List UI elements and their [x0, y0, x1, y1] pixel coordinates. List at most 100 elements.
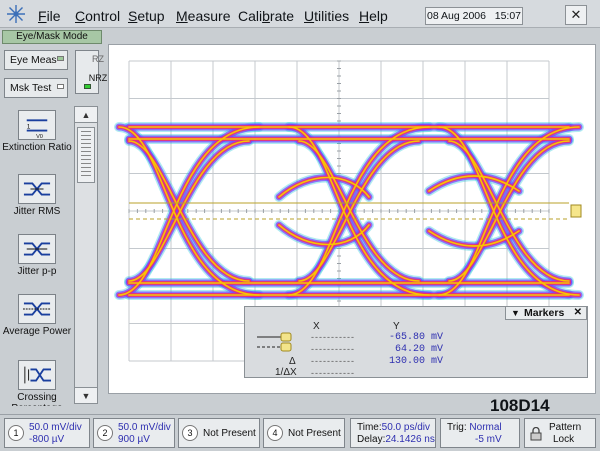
scroll-thumb[interactable] [77, 127, 95, 183]
menu-control[interactable]: Control [75, 8, 120, 24]
measurement-scrollbar[interactable]: ▲ ▼ [74, 106, 98, 404]
markers-panel: ▼ Markers ✕ X Y ----------- ----------- … [244, 306, 588, 378]
markers-header[interactable]: ▼ Markers ✕ [505, 306, 587, 320]
channel-2-offset: 900 µV [118, 434, 150, 445]
menu-measure-accel: M [176, 8, 188, 24]
jitter-pp-button[interactable]: Jitter p-p [2, 234, 72, 277]
menu-measure[interactable]: Measure [176, 8, 230, 24]
menu-calibrate-pre: Cali [238, 8, 263, 24]
menu-help[interactable]: Help [359, 8, 388, 24]
channel-3-number: 3 [182, 425, 198, 441]
channel-2-button[interactable]: 2 50.0 mV/div 900 µV [93, 418, 175, 448]
crossing-percentage-button[interactable]: Crossing Percentage [2, 360, 72, 406]
nrz-indicator [84, 84, 91, 89]
marker-2-y: 64.20 mV [395, 344, 444, 355]
channel-2-number: 2 [97, 425, 113, 441]
markers-title: Markers [524, 307, 565, 319]
marker-lines-icon [257, 332, 292, 352]
extinction-ratio-label: Extinction Ratio [2, 142, 72, 153]
channel-4-button[interactable]: 4 Not Present [263, 418, 345, 448]
mode-tab[interactable]: Eye/Mask Mode [2, 30, 102, 44]
rz-nrz-toggle[interactable]: RZ NRZ [75, 50, 107, 94]
markers-y-header: Y [393, 321, 400, 332]
menu-file-rest: ile [46, 8, 61, 24]
time-label: Time: [357, 422, 382, 433]
marker-1-y: -65.80 mV [389, 332, 444, 343]
svg-text:V0: V0 [36, 134, 43, 140]
menu-calibrate[interactable]: Calibrate [238, 8, 294, 24]
trigger-button[interactable]: Trig: Normal -5 mV [440, 418, 520, 448]
average-power-icon [18, 294, 56, 324]
average-power-button[interactable]: Average Power [2, 294, 72, 337]
eye-meas-indicator [57, 56, 64, 61]
scroll-up-icon[interactable]: ▲ [75, 107, 97, 123]
timebase-button[interactable]: Time:50.0 ps/div Delay:24.1426 ns [350, 418, 436, 448]
marker-handle-icon [570, 204, 582, 218]
delta-label: Δ [289, 356, 296, 367]
close-icon[interactable]: ✕ [574, 307, 582, 319]
time-value: 50.0 ps/div [381, 422, 431, 433]
rz-label: RZ [92, 54, 104, 64]
time-text: 15:07 [494, 10, 522, 22]
menu-utilities-rest: tilities [314, 8, 350, 24]
jitter-pp-icon [18, 234, 56, 264]
channel-4-number: 4 [267, 425, 283, 441]
eye-meas-label: Eye Meas [10, 54, 57, 66]
channel-2-scale: 50.0 mV/div [118, 422, 171, 433]
pattern-lock-button[interactable]: Pattern Lock [524, 418, 596, 448]
menu-utilities-accel: U [304, 8, 315, 24]
inv-delta-label: 1/ΔX [275, 367, 297, 378]
menu-control-accel: C [75, 8, 86, 24]
menu-utilities[interactable]: Utilities [304, 8, 349, 24]
marker-inv-delta-x: ----------- [311, 368, 355, 378]
menu-help-accel: H [359, 8, 370, 24]
trig-label: Trig: [447, 422, 467, 433]
menu-calibrate-accel: b [262, 8, 270, 24]
chevron-down-icon[interactable]: ▼ [511, 307, 520, 319]
nrz-label: NRZ [88, 73, 108, 83]
close-button[interactable]: ✕ [565, 5, 587, 25]
marker-delta-y: 130.00 mV [389, 356, 444, 367]
agilent-logo-icon [7, 5, 25, 23]
date-time-display: 08 Aug 2006 15:07 [425, 7, 523, 25]
channel-1-offset: -800 µV [29, 434, 65, 445]
marker-1-x: ----------- [311, 332, 355, 342]
file-label: 108D14 [490, 396, 550, 415]
channel-1-button[interactable]: 1 50.0 mV/div -800 µV [4, 418, 90, 448]
markers-x-header: X [313, 321, 320, 332]
channel-1-number: 1 [8, 425, 24, 441]
measurement-list: 1 V0 Extinction Ratio Jitter RMS Jitter … [2, 106, 72, 406]
msk-test-label: Msk Test [10, 82, 52, 94]
menu-setup[interactable]: Setup [128, 8, 165, 24]
menu-calibrate-text: Calibrate [238, 8, 294, 24]
menu-setup-rest: etup [137, 8, 165, 24]
channel-3-button[interactable]: 3 Not Present [178, 418, 260, 448]
crossing-percentage-icon [18, 360, 56, 390]
jitter-pp-label: Jitter p-p [17, 266, 57, 277]
trig-mode: Normal [469, 422, 502, 433]
date-text: 08 Aug 2006 [426, 10, 486, 22]
left-panel: Eye Meas Msk Test RZ NRZ 1 V0 Extinction… [0, 44, 107, 410]
jitter-rms-label: Jitter RMS [13, 206, 61, 217]
marker-delta-x: ----------- [311, 356, 355, 366]
msk-test-button[interactable]: Msk Test [4, 78, 68, 98]
msk-test-indicator [57, 84, 64, 89]
channel-3-status: Not Present [203, 428, 256, 439]
scroll-down-icon[interactable]: ▼ [75, 387, 97, 403]
extinction-ratio-button[interactable]: 1 V0 Extinction Ratio [2, 110, 72, 153]
menu-calibrate-post: rate [269, 8, 295, 24]
menu-help-rest: elp [369, 8, 388, 24]
jitter-rms-icon [18, 174, 56, 204]
jitter-rms-button[interactable]: Jitter RMS [2, 174, 72, 217]
trig-level: -5 mV [475, 434, 502, 445]
pattern-label: Pattern [549, 422, 582, 433]
menu-setup-accel: S [128, 8, 138, 24]
crossing-percentage-label: Crossing Percentage [11, 392, 62, 406]
menu-measure-rest: easure [187, 8, 231, 24]
channel-4-status: Not Present [288, 428, 341, 439]
delay-value: 24.1426 ns [385, 434, 435, 445]
menu-file[interactable]: File [38, 8, 61, 24]
eye-meas-button[interactable]: Eye Meas [4, 50, 68, 70]
channel-1-scale: 50.0 mV/div [29, 422, 82, 433]
bottom-bar: 1 50.0 mV/div -800 µV 2 50.0 mV/div 900 … [0, 414, 600, 451]
